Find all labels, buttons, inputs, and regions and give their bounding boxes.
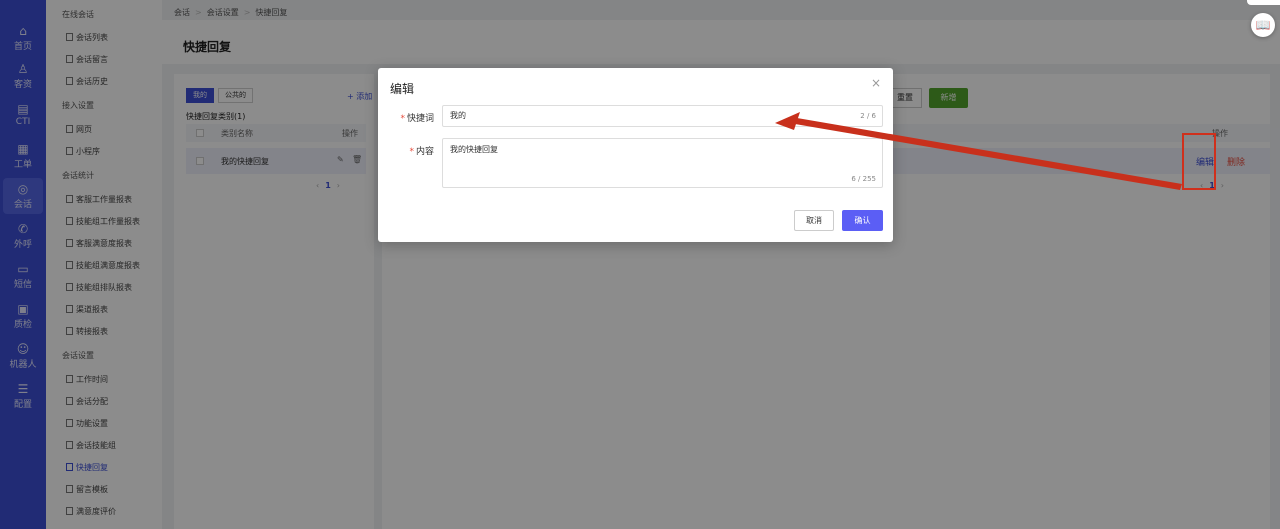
content-textarea[interactable]: 我的快捷回复: [442, 138, 883, 188]
modal-title: 编辑: [390, 82, 415, 96]
content-value: 我的快捷回复: [450, 145, 498, 154]
content-label: * 内容: [409, 147, 434, 157]
shortcut-input[interactable]: 我的: [442, 105, 883, 127]
shortcut-value: 我的: [450, 111, 466, 120]
edit-modal: 编辑 × * 快捷词 我的 2 / 6 * 内容 我的快捷回复 6 / 255 取消…: [378, 68, 893, 242]
shortcut-label: * 快捷词: [400, 114, 434, 124]
content-counter: 6 / 255: [851, 175, 876, 183]
book-icon[interactable]: 📖: [1251, 13, 1275, 37]
confirm-button[interactable]: 确认: [842, 210, 883, 231]
close-icon[interactable]: ×: [871, 76, 881, 90]
shortcut-counter: 2 / 6: [860, 112, 876, 120]
cancel-button[interactable]: 取消: [794, 210, 834, 231]
annotation-highlight-box: [1182, 133, 1216, 190]
top-corner-strip: [1247, 0, 1280, 5]
